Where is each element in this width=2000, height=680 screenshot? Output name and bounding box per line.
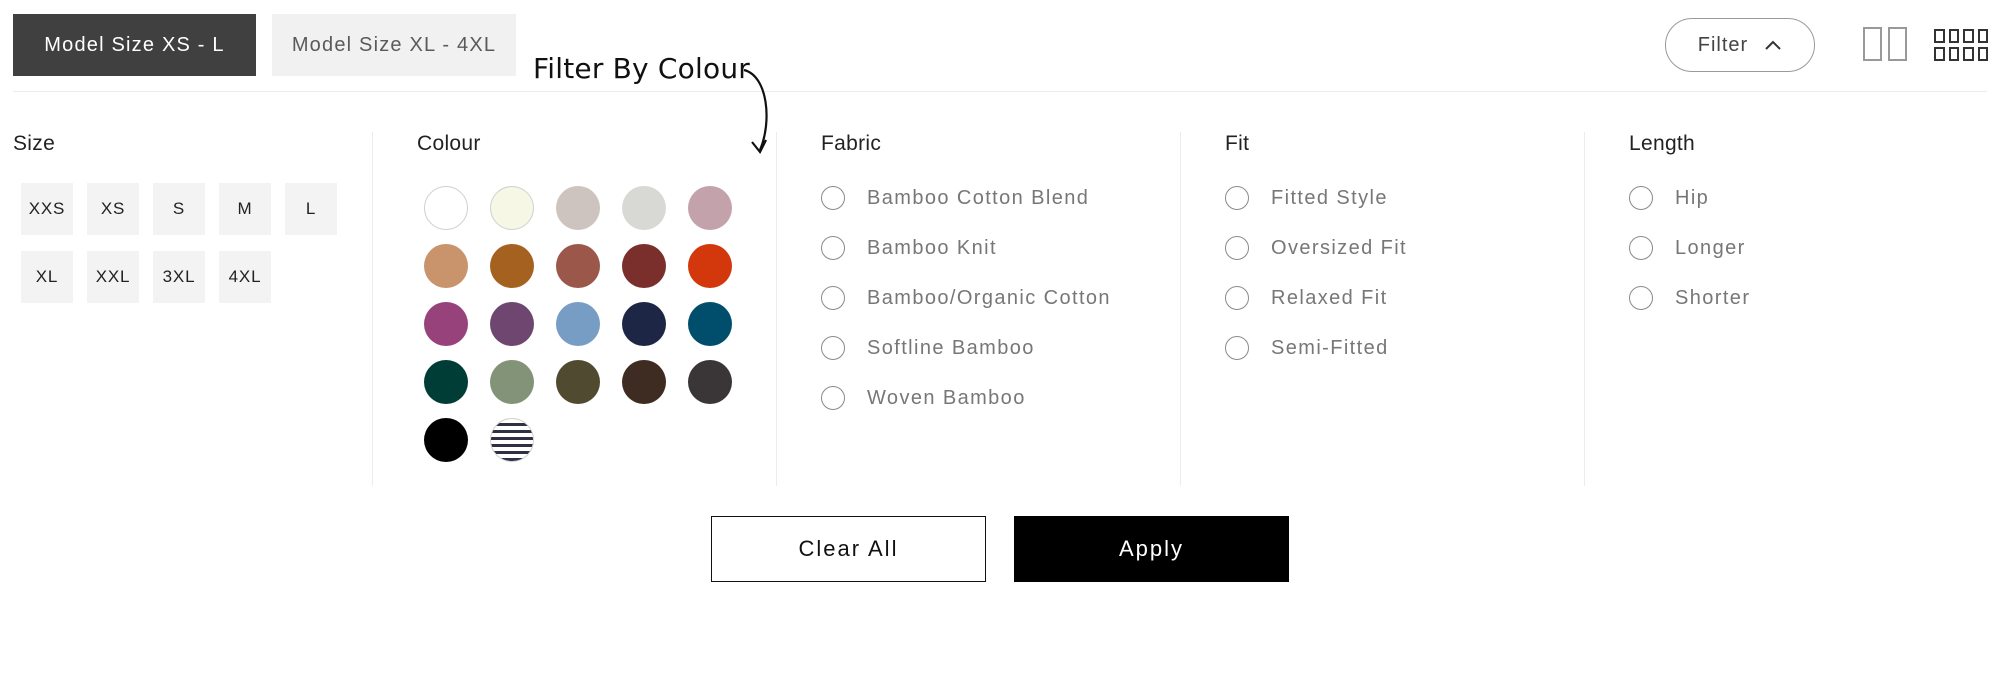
length-filter-title: Length [1629, 132, 1696, 155]
fit-option-label: Oversized Fit [1271, 236, 1408, 259]
fabric-filter-column: Fabric Bamboo Cotton Blend Bamboo Knit Bam… [776, 132, 1180, 486]
radio-button-icon[interactable] [1629, 236, 1653, 260]
chevron-up-icon [1765, 40, 1781, 50]
size-option[interactable]: L [285, 183, 337, 235]
colour-swatch[interactable] [424, 302, 468, 346]
colour-swatch[interactable] [556, 186, 600, 230]
colour-swatch[interactable] [688, 302, 732, 346]
fabric-option-label: Softline Bamboo [867, 336, 1035, 359]
size-option[interactable]: S [153, 183, 205, 235]
length-option[interactable]: Longer [1629, 236, 1746, 260]
radio-button-icon[interactable] [821, 286, 845, 310]
colour-swatch[interactable] [490, 360, 534, 404]
fit-filter-column: Fit Fitted Style Oversized Fit Relaxed Fit… [1180, 132, 1584, 486]
size-option[interactable]: 3XL [153, 251, 205, 303]
colour-swatch[interactable] [490, 186, 534, 230]
size-option[interactable]: 4XL [219, 251, 271, 303]
length-filter-column: Length Hip Longer Shorter [1584, 132, 1988, 486]
size-option[interactable]: XXS [21, 183, 73, 235]
colour-swatch[interactable] [556, 244, 600, 288]
fit-option[interactable]: Oversized Fit [1225, 236, 1407, 260]
colour-swatch[interactable] [424, 418, 468, 462]
size-option[interactable]: XS [87, 183, 139, 235]
fit-option[interactable]: Fitted Style [1225, 186, 1388, 210]
model-size-xs-l-tab[interactable]: Model Size XS - L [13, 14, 256, 76]
colour-swatch[interactable] [490, 244, 534, 288]
radio-button-icon[interactable] [1225, 186, 1249, 210]
fabric-option-label: Woven Bamboo [867, 386, 1026, 409]
colour-swatch[interactable] [622, 186, 666, 230]
fit-option[interactable]: Semi-Fitted [1225, 336, 1389, 360]
colour-swatch[interactable] [424, 360, 468, 404]
radio-button-icon[interactable] [1225, 236, 1249, 260]
colour-swatch[interactable] [424, 244, 468, 288]
radio-button-icon[interactable] [821, 236, 845, 260]
filter-toggle-label: Filter [1697, 33, 1749, 56]
fabric-option[interactable]: Softline Bamboo [821, 336, 1035, 360]
fit-option-label: Semi-Fitted [1271, 336, 1389, 359]
colour-swatch[interactable] [490, 418, 534, 462]
radio-button-icon[interactable] [821, 386, 845, 410]
colour-swatch[interactable] [622, 302, 666, 346]
length-option-label: Shorter [1675, 286, 1751, 309]
filter-toggle-button[interactable]: Filter [1665, 18, 1815, 72]
colour-filter-column: Colour [372, 132, 776, 486]
radio-button-icon[interactable] [821, 336, 845, 360]
radio-button-icon[interactable] [1629, 286, 1653, 310]
colour-swatch[interactable] [556, 360, 600, 404]
size-option[interactable]: XL [21, 251, 73, 303]
colour-swatch[interactable] [622, 360, 666, 404]
fit-option-label: Relaxed Fit [1271, 286, 1388, 309]
size-option[interactable]: XXL [87, 251, 139, 303]
colour-filter-title: Colour [417, 132, 481, 155]
length-option[interactable]: Hip [1629, 186, 1709, 210]
colour-swatch[interactable] [688, 244, 732, 288]
radio-button-icon[interactable] [1629, 186, 1653, 210]
size-option[interactable]: M [219, 183, 271, 235]
fabric-option-label: Bamboo/Organic Cotton [867, 286, 1111, 309]
fabric-option[interactable]: Bamboo/Organic Cotton [821, 286, 1111, 310]
length-option-label: Hip [1675, 186, 1710, 209]
size-filter-title: Size [13, 132, 56, 155]
two-column-view-icon[interactable] [1863, 27, 1907, 61]
apply-button[interactable]: Apply [1014, 516, 1289, 582]
colour-swatch[interactable] [424, 186, 468, 230]
fabric-option-label: Bamboo Cotton Blend [867, 186, 1090, 209]
colour-swatch[interactable] [490, 302, 534, 346]
fabric-option-label: Bamboo Knit [867, 236, 997, 259]
fit-filter-title: Fit [1225, 132, 1250, 155]
fabric-option[interactable]: Woven Bamboo [821, 386, 1026, 410]
fabric-option[interactable]: Bamboo Knit [821, 236, 997, 260]
colour-swatch[interactable] [688, 360, 732, 404]
radio-button-icon[interactable] [821, 186, 845, 210]
fabric-option[interactable]: Bamboo Cotton Blend [821, 186, 1089, 210]
four-column-view-icon[interactable] [1934, 29, 1988, 61]
clear-all-button[interactable]: Clear All [711, 516, 986, 582]
colour-swatch[interactable] [556, 302, 600, 346]
colour-swatch[interactable] [688, 186, 732, 230]
radio-button-icon[interactable] [1225, 286, 1249, 310]
fit-option[interactable]: Relaxed Fit [1225, 286, 1388, 310]
model-size-xl-4xl-tab[interactable]: Model Size XL - 4XL [272, 14, 516, 76]
filter-by-colour-annotation: Filter By Colour [533, 52, 750, 85]
radio-button-icon[interactable] [1225, 336, 1249, 360]
size-filter-column: Size XXS XS S M L XL XXL 3XL 4XL [13, 132, 371, 486]
length-option-label: Longer [1675, 236, 1746, 259]
fabric-filter-title: Fabric [821, 132, 882, 155]
length-option[interactable]: Shorter [1629, 286, 1750, 310]
colour-swatch[interactable] [622, 244, 666, 288]
fit-option-label: Fitted Style [1271, 186, 1388, 209]
